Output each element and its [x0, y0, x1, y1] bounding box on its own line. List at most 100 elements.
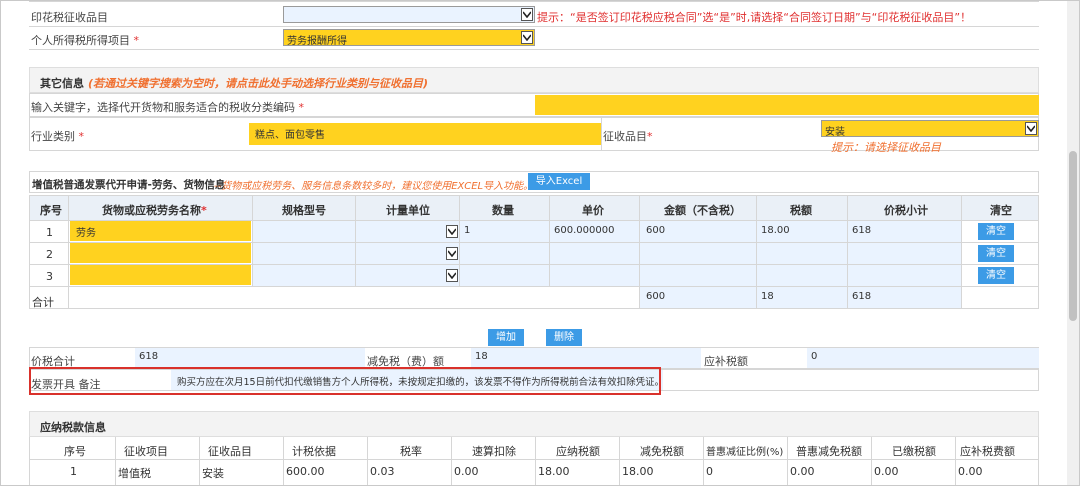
tax-cell: 18.00: [622, 465, 654, 478]
col-header: 税额: [790, 204, 812, 217]
import-excel-button[interactable]: 导入Excel: [528, 173, 590, 190]
chevron-down-icon: [446, 269, 458, 282]
qty-input[interactable]: [460, 243, 549, 264]
price-input[interactable]: [550, 265, 639, 286]
supplement-label: 应补税额: [704, 355, 748, 368]
tax-col-header: 速算扣除: [472, 445, 516, 458]
tax-input[interactable]: 18.00: [757, 221, 847, 242]
scrollbar-thumb[interactable]: [1069, 151, 1077, 321]
total-amount-field: 600: [640, 287, 756, 308]
tax-cell: 18.00: [538, 465, 570, 478]
amount-input[interactable]: [640, 243, 756, 264]
total-tax-field: 18: [757, 287, 847, 308]
goods-name-input[interactable]: [70, 265, 251, 285]
tax-col-header: 减免税额: [640, 445, 684, 458]
spec-input[interactable]: [253, 243, 355, 264]
price-input[interactable]: [550, 243, 639, 264]
tax-input[interactable]: [757, 265, 847, 286]
unit-select[interactable]: [356, 265, 459, 286]
spec-input[interactable]: [253, 221, 355, 242]
divider: [703, 437, 704, 485]
tax-cell: 0.00: [790, 465, 815, 478]
unit-select[interactable]: [356, 221, 459, 242]
divider: [283, 437, 284, 485]
tax-col-header: 已缴税额: [892, 445, 936, 458]
chevron-down-icon: [521, 8, 533, 21]
tax-col-header: 普惠减征比例(%): [706, 447, 784, 458]
industry-label: 行业类别 *: [31, 130, 84, 143]
divider: [367, 437, 368, 485]
divider: [29, 1, 1039, 2]
keyword-input[interactable]: [535, 95, 1039, 115]
total-subtotal-value: 618: [852, 291, 872, 302]
qty-input[interactable]: [460, 265, 549, 286]
tax-col-header: 序号: [64, 445, 86, 458]
goods-name-value: 劳务: [76, 228, 96, 239]
subtotal-input[interactable]: [848, 243, 961, 264]
goods-name-input[interactable]: 劳务: [70, 221, 251, 241]
delete-row-button[interactable]: 删除: [546, 329, 582, 346]
chevron-down-icon: [446, 225, 458, 238]
levy-item-select[interactable]: 安装: [821, 120, 1039, 138]
divider: [961, 196, 962, 308]
levy-item-hint: 提示：请选择征收品目: [831, 141, 941, 154]
price-total-value: 618: [139, 351, 159, 362]
divider: [29, 49, 1039, 50]
tax-cell: 1: [70, 465, 77, 478]
row-number: 1: [46, 226, 53, 239]
keyword-label: 输入关键字，选择代开货物和服务适合的税收分类编码 *: [31, 101, 304, 114]
amount-input[interactable]: [640, 265, 756, 286]
tax-col-header: 应补税费额: [960, 445, 1015, 458]
price-total-field: 618: [135, 348, 365, 368]
subtotal-value: 618: [852, 225, 872, 236]
tax-form-window: 印花税征收品目 提示：“是否签订印花税应税合同”选“是”时,请选择“合同签订日期…: [0, 0, 1080, 486]
subtotal-input[interactable]: [848, 265, 961, 286]
tax-cell: 0.03: [370, 465, 395, 478]
col-header: 金额（不含税）: [664, 204, 741, 217]
col-header: 货物或应税劳务名称*: [102, 204, 207, 217]
col-header: 规格型号: [282, 204, 326, 217]
divider: [787, 437, 788, 485]
chevron-down-icon: [1025, 122, 1037, 135]
chevron-down-icon: [446, 247, 458, 260]
divider: [601, 117, 602, 151]
goods-name-input[interactable]: [70, 243, 251, 263]
price-input[interactable]: 600.000000: [550, 221, 639, 242]
tax-cell: 0.00: [454, 465, 479, 478]
goods-table: 序号 货物或应税劳务名称* 规格型号 计量单位 数量 单价 金额（不含税） 税额…: [29, 195, 1039, 309]
spec-input[interactable]: [253, 265, 355, 286]
clear-row-button[interactable]: 清空: [978, 245, 1014, 262]
tax-col-header: 征收品目: [208, 445, 252, 458]
divider: [619, 437, 620, 485]
stamp-tax-select[interactable]: [283, 6, 535, 23]
income-tax-label: 个人所得税所得项目 *: [31, 34, 139, 47]
tax-cell: 安装: [202, 467, 224, 480]
tax-cell: 600.00: [286, 465, 325, 478]
qty-input[interactable]: 1: [460, 221, 549, 242]
other-info-note[interactable]: (若通过关键字搜索为空时，请点击此处手动选择行业类别与征收品目): [88, 75, 428, 91]
total-tax-value: 18: [761, 291, 774, 302]
tax-cell: 0.00: [874, 465, 899, 478]
highlight-box: [29, 367, 661, 395]
tax-input[interactable]: [757, 243, 847, 264]
vertical-scrollbar[interactable]: [1067, 1, 1079, 485]
divider: [68, 196, 69, 308]
reduction-value: 18: [475, 351, 488, 362]
clear-row-button[interactable]: 清空: [978, 223, 1014, 240]
tax-col-header: 征收项目: [124, 445, 168, 458]
income-tax-select[interactable]: 劳务报酬所得: [283, 29, 535, 47]
col-header: 单价: [582, 204, 604, 217]
row-number: 2: [46, 248, 53, 261]
tax-cell: 增值税: [118, 467, 151, 480]
add-row-button[interactable]: 增加: [488, 329, 524, 346]
total-label: 合计: [32, 296, 54, 309]
industry-input[interactable]: 糕点、面包零售: [249, 123, 601, 145]
other-info-title: 其它信息: [40, 77, 84, 90]
subtotal-input[interactable]: 618: [848, 221, 961, 242]
unit-select[interactable]: [356, 243, 459, 264]
amount-input[interactable]: 600: [640, 221, 756, 242]
stamp-tax-label: 印花税征收品目: [31, 11, 108, 24]
levy-item-label: 征收品目*: [603, 130, 653, 143]
clear-row-button[interactable]: 清空: [978, 267, 1014, 284]
divider: [199, 437, 200, 485]
